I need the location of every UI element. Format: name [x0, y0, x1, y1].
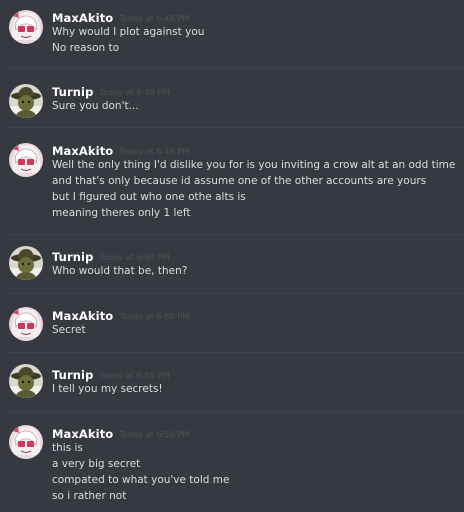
- message-line: and that's only because id assume one of…: [52, 175, 427, 187]
- timestamp: Today at 6:48 PM: [99, 87, 170, 97]
- message-header: Turnip Today at 6:50 PM: [52, 248, 170, 264]
- message-header: Turnip Today at 6:50 PM: [52, 366, 170, 382]
- message-line: Who would that be, then?: [52, 265, 188, 277]
- message-divider: [8, 293, 464, 294]
- message-header: MaxAkito Today at 6:50 PM: [52, 425, 189, 441]
- message-line: compated to what you've told me: [52, 474, 230, 486]
- message-line: meaning theres only 1 left: [52, 207, 191, 219]
- message-header: MaxAkito Today at 6:50 PM: [52, 307, 189, 323]
- message-line: I tell you my secrets!: [52, 383, 163, 395]
- username[interactable]: MaxAkito: [52, 11, 113, 25]
- turnip-avatar[interactable]: [9, 84, 43, 118]
- message-content: Well the only thing I'd dislike you for …: [52, 157, 462, 221]
- message-divider: [8, 412, 464, 413]
- message-content: I tell you my secrets!: [52, 381, 462, 397]
- message-header: MaxAkito Today at 6:48 PM: [52, 9, 189, 25]
- message-divider: [8, 68, 464, 69]
- timestamp: Today at 6:50 PM: [99, 370, 170, 380]
- message-content: this is a very big secret compated to wh…: [52, 440, 462, 504]
- maxakito-avatar[interactable]: [9, 425, 43, 459]
- message-line: this is: [52, 442, 83, 454]
- message-line: so i rather not: [52, 490, 127, 502]
- message-content: Why would I plot against you No reason t…: [52, 24, 462, 56]
- timestamp: Today at 6:50 PM: [99, 252, 170, 262]
- message-line: Secret: [52, 324, 86, 336]
- message-line: a very big secret: [52, 458, 141, 470]
- maxakito-avatar[interactable]: [9, 143, 43, 177]
- message-divider: [8, 352, 464, 353]
- username[interactable]: MaxAkito: [52, 309, 113, 323]
- message-line: Sure you don't...: [52, 100, 139, 112]
- timestamp: Today at 6:48 PM: [119, 13, 190, 23]
- username[interactable]: Turnip: [52, 85, 93, 99]
- timestamp: Today at 6:50 PM: [119, 429, 190, 439]
- username[interactable]: Turnip: [52, 250, 93, 264]
- message-line: Well the only thing I'd dislike you for …: [52, 159, 456, 171]
- message-line: but I figured out who one othe alts is: [52, 191, 246, 203]
- message-line: Why would I plot against you: [52, 26, 205, 38]
- message-divider: [8, 234, 464, 235]
- message-header: MaxAkito Today at 6:49 PM: [52, 142, 189, 158]
- message-content: Secret: [52, 322, 462, 338]
- message-divider: [8, 127, 464, 128]
- username[interactable]: MaxAkito: [52, 427, 113, 441]
- message-content: Sure you don't...: [52, 98, 462, 114]
- timestamp: Today at 6:49 PM: [119, 146, 190, 156]
- maxakito-avatar[interactable]: [9, 10, 43, 44]
- timestamp: Today at 6:50 PM: [119, 311, 190, 321]
- username[interactable]: Turnip: [52, 368, 93, 382]
- message-content: Who would that be, then?: [52, 263, 462, 279]
- message-line: No reason to: [52, 42, 120, 54]
- turnip-avatar[interactable]: [9, 364, 43, 398]
- turnip-avatar[interactable]: [9, 246, 43, 280]
- message-header: Turnip Today at 6:48 PM: [52, 83, 170, 99]
- username[interactable]: MaxAkito: [52, 144, 113, 158]
- chat-messages: MaxAkito Today at 6:48 PM Why would I plo…: [0, 0, 464, 512]
- maxakito-avatar[interactable]: [9, 307, 43, 341]
